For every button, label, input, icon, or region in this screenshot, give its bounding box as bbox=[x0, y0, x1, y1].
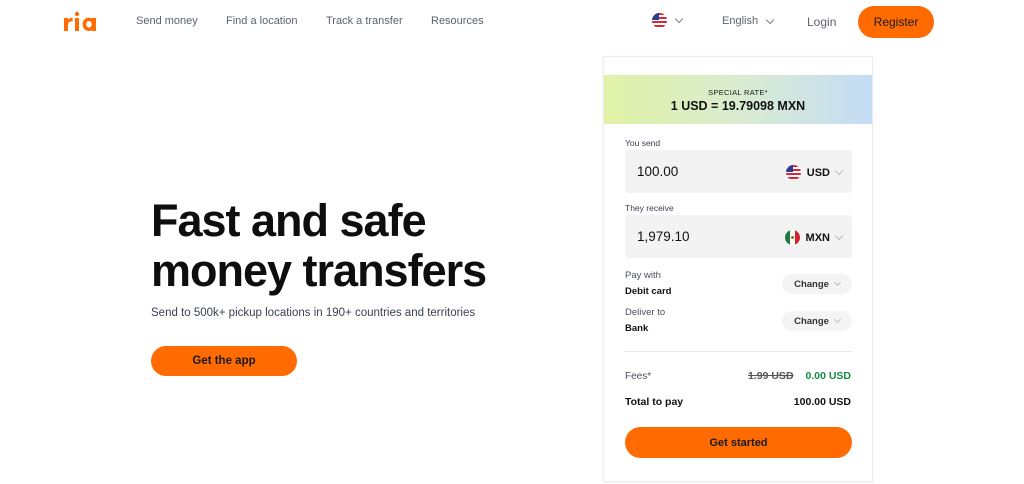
chevron-down-icon bbox=[833, 315, 841, 324]
change-label: Change bbox=[794, 278, 829, 290]
deliver-to-label: Deliver to bbox=[625, 307, 666, 318]
nav-link-track-transfer[interactable]: Track a transfer bbox=[326, 15, 403, 27]
fees-original: 1.99 USD bbox=[748, 370, 794, 382]
receive-currency-code: MXN bbox=[805, 231, 830, 244]
chevron-down-icon bbox=[834, 166, 844, 176]
special-rate-banner: SPECIAL RATE* 1 USD = 19.79098 MXN bbox=[604, 75, 872, 124]
transfer-calculator-card: SPECIAL RATE* 1 USD = 19.79098 MXN You s… bbox=[603, 56, 873, 482]
nav-link-find-location[interactable]: Find a location bbox=[226, 15, 298, 27]
login-link[interactable]: Login bbox=[807, 15, 836, 29]
deliver-to-value: Bank bbox=[625, 323, 649, 334]
receive-currency-selector[interactable]: MXN bbox=[784, 230, 844, 245]
send-currency-code: USD bbox=[806, 166, 830, 179]
rate-value: 1 USD = 19.79098 MXN bbox=[670, 99, 806, 113]
total-value: 100.00 USD bbox=[793, 396, 851, 408]
chevron-down-icon bbox=[765, 15, 775, 24]
us-flag-icon bbox=[652, 13, 667, 28]
send-amount-field[interactable]: 100.00 USD bbox=[625, 150, 852, 193]
chevron-down-icon bbox=[834, 231, 844, 241]
send-label: You send bbox=[625, 138, 661, 148]
pay-with-label: Pay with bbox=[625, 270, 661, 281]
change-payment-button[interactable]: Change bbox=[782, 274, 852, 294]
language-selector[interactable]: English bbox=[722, 15, 775, 27]
register-button[interactable]: Register bbox=[858, 6, 934, 38]
fees-label: Fees* bbox=[625, 371, 652, 382]
language-label: English bbox=[722, 15, 759, 27]
ria-logo[interactable] bbox=[62, 10, 100, 34]
total-label: Total to pay bbox=[625, 396, 684, 408]
chevron-down-icon bbox=[674, 14, 684, 24]
receive-amount-value[interactable]: 1,979.10 bbox=[637, 229, 690, 244]
hero-subtitle: Send to 500k+ pickup locations in 190+ c… bbox=[151, 307, 476, 319]
receive-label: They receive bbox=[625, 203, 674, 213]
get-the-app-button[interactable]: Get the app bbox=[151, 346, 297, 376]
hero-title: Fast and safe money transfers bbox=[151, 195, 487, 296]
receive-amount-field[interactable]: 1,979.10 MXN bbox=[625, 215, 852, 258]
chevron-down-icon bbox=[833, 278, 841, 287]
mexico-flag-icon bbox=[784, 230, 800, 245]
send-currency-selector[interactable]: USD bbox=[785, 165, 844, 180]
change-label: Change bbox=[794, 315, 829, 327]
country-selector[interactable] bbox=[652, 13, 684, 28]
pay-with-value: Debit card bbox=[625, 286, 672, 297]
nav-link-resources[interactable]: Resources bbox=[431, 15, 484, 27]
fees-discounted: 0.00 USD bbox=[805, 370, 851, 382]
get-started-button[interactable]: Get started bbox=[625, 427, 852, 458]
divider bbox=[625, 351, 852, 352]
us-flag-icon bbox=[785, 165, 801, 180]
rate-label: SPECIAL RATE* bbox=[708, 88, 768, 97]
change-delivery-button[interactable]: Change bbox=[782, 311, 852, 331]
send-amount-value[interactable]: 100.00 bbox=[637, 164, 678, 179]
nav-link-send-money[interactable]: Send money bbox=[136, 15, 198, 27]
top-nav: Send money Find a location Track a trans… bbox=[0, 0, 1024, 44]
